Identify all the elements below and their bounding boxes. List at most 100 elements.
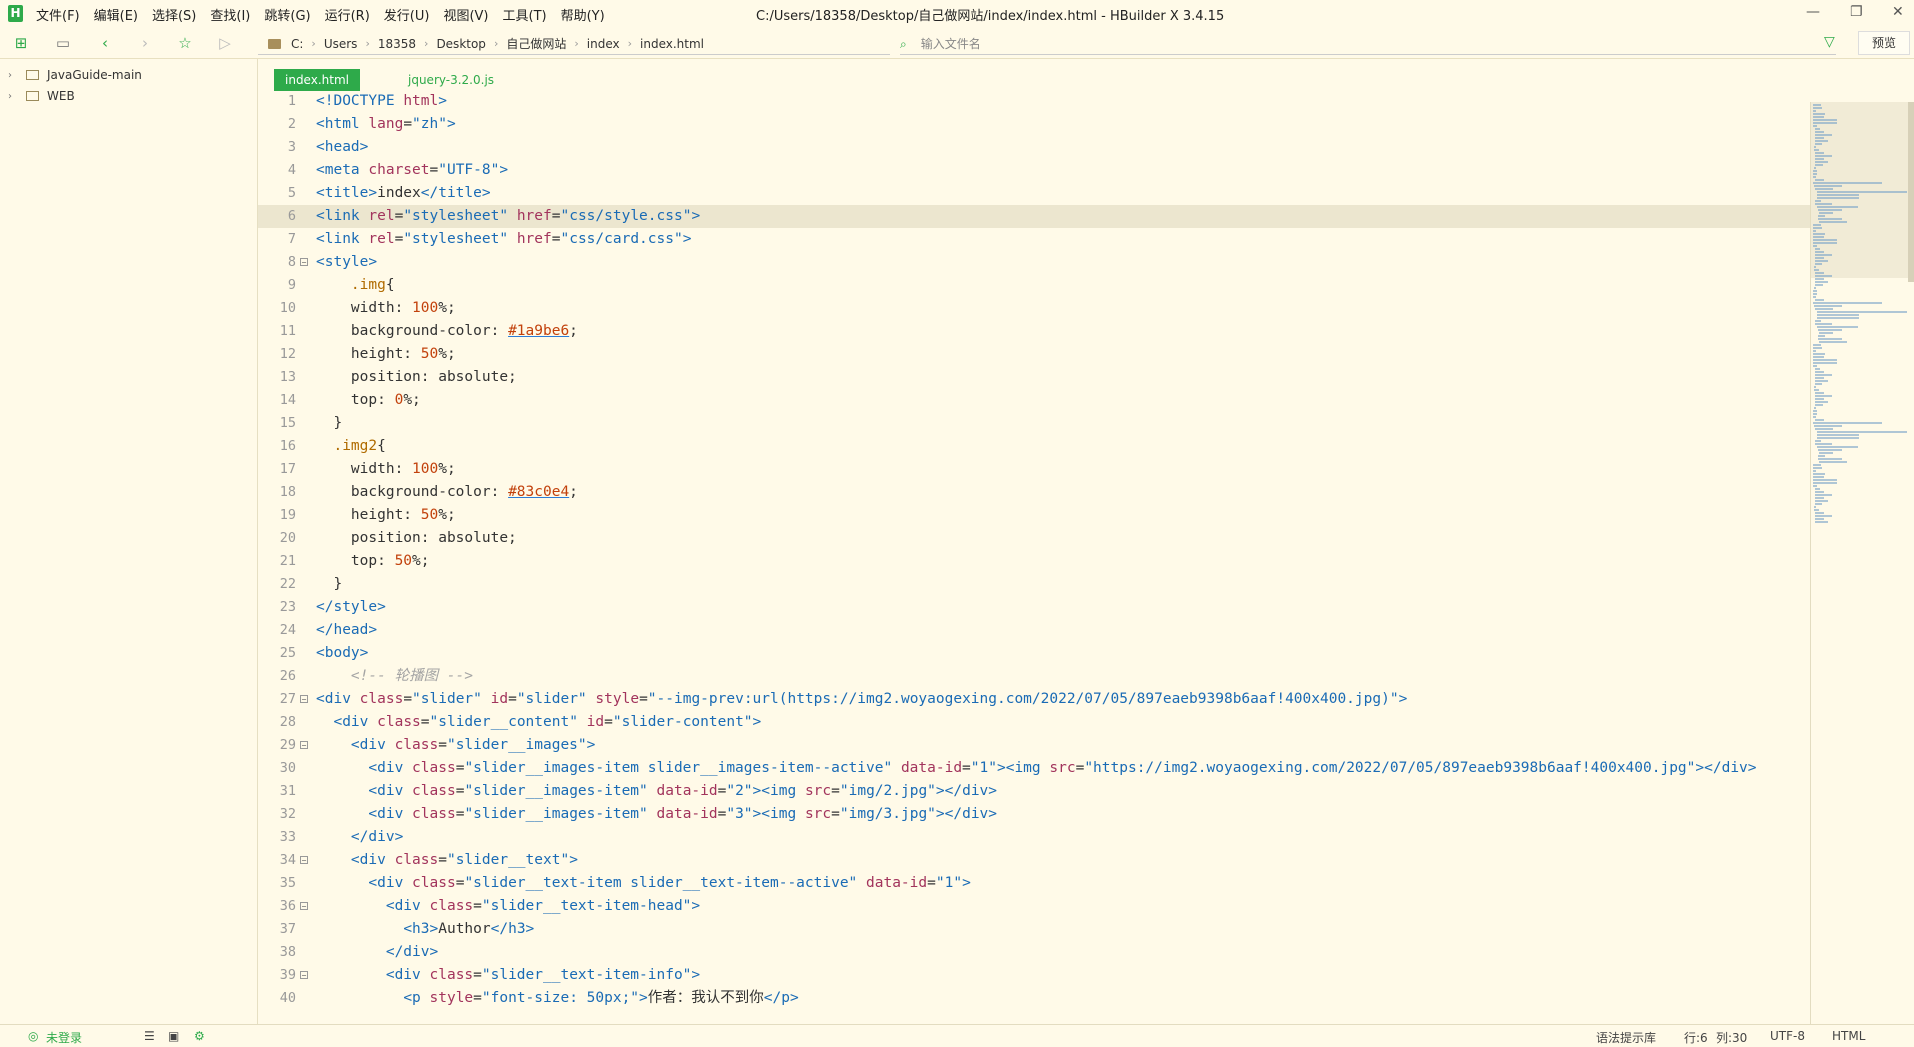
code-line[interactable]: 18 background-color: #83c0e4; [258,481,1810,504]
code-line[interactable]: 27− <div class="slider" id="slider" style… [258,688,1810,711]
code-line[interactable]: 7 <link rel="stylesheet" href="css/card.c… [258,228,1810,251]
vertical-scrollbar[interactable] [1908,102,1914,282]
breadcrumb-item[interactable]: 18358 [378,37,416,51]
breadcrumb-item[interactable]: C: [291,37,303,51]
tree-item-javaguide[interactable]: › JavaGuide-main [8,68,142,82]
forward-icon[interactable]: › [136,34,154,52]
code-line[interactable]: 36− <div class="slider__text-item-head"> [258,895,1810,918]
minimap-line [1816,191,1908,193]
code-line[interactable]: 34− <div class="slider__text"> [258,849,1810,872]
login-status[interactable]: 未登录 [46,1029,82,1046]
menu-run[interactable]: 运行(R) [325,5,370,24]
breadcrumb-item[interactable]: Users [324,37,358,51]
code-token: src [1049,760,1076,776]
tab-index-html[interactable]: index.html [274,69,360,91]
cursor-row[interactable]: 行:6 [1684,1029,1708,1046]
fold-toggle-icon[interactable]: − [300,902,308,911]
code-line[interactable]: 3 <head> [258,136,1810,159]
plugin-icon[interactable]: ⚙ [194,1029,205,1043]
close-icon[interactable]: ✕ [1892,4,1904,20]
filter-icon[interactable]: ▽ [1824,34,1835,50]
fold-toggle-icon[interactable]: − [300,741,308,750]
restore-icon[interactable]: ❐ [1850,4,1863,20]
fold-toggle-icon[interactable]: − [300,258,308,267]
code-line[interactable]: 12 height: 50%; [258,343,1810,366]
menu-file[interactable]: 文件(F) [36,5,80,24]
file-search-input[interactable]: ⌕ 输入文件名 [900,35,981,52]
code-line[interactable]: 8− <style> [258,251,1810,274]
chevron-right-icon[interactable]: › [8,91,22,102]
preview-button[interactable]: 预览 [1858,31,1910,55]
back-icon[interactable]: ‹ [96,34,114,52]
code-line[interactable]: 17 width: 100%; [258,458,1810,481]
menu-tools[interactable]: 工具(T) [503,5,547,24]
code-line[interactable]: 14 top: 0%; [258,389,1810,412]
code-editor[interactable]: 1 <!DOCTYPE html> 2 <html lang="zh"> 3 <head>… [258,93,1810,1024]
fold-toggle-icon[interactable]: − [300,695,308,704]
menu-select[interactable]: 选择(S) [152,5,196,24]
code-line[interactable]: 32 <div class = "slider__images-item" data… [258,803,1810,826]
code-line[interactable]: 16 .img2{ [258,435,1810,458]
chevron-right-icon[interactable]: › [8,70,22,81]
code-line[interactable]: 6 <link rel="stylesheet" href="css/style.… [258,205,1810,228]
tree-item-web[interactable]: › WEB [8,89,75,103]
new-file-icon[interactable]: ⊞ [12,34,30,52]
code-line[interactable]: 29− <div class="slider__images"> [258,734,1810,757]
breadcrumb-item[interactable]: index.html [640,37,704,51]
terminal-icon[interactable]: ▣ [168,1029,179,1043]
language-mode[interactable]: HTML [1832,1029,1865,1043]
code-line[interactable]: 4 <meta charset="UTF-8"> [258,159,1810,182]
code-token: = [508,691,517,707]
code-line[interactable]: 25 <body> [258,642,1810,665]
code-line[interactable]: 9 .img{ [258,274,1810,297]
minimap[interactable] [1810,102,1914,1024]
code-line[interactable]: 13 position: absolute; [258,366,1810,389]
breadcrumb-item[interactable]: 自己做网站 [506,35,566,52]
code-line[interactable]: 35 <div class = "slider__text-item slider_… [258,872,1810,895]
menu-help[interactable]: 帮助(Y) [561,5,605,24]
minimize-icon[interactable]: — [1806,4,1820,20]
code-token: data-id [656,806,718,822]
code-line[interactable]: 21 top: 50%; [258,550,1810,573]
code-line[interactable]: 5 <title>index</title> [258,182,1810,205]
code-line[interactable]: 22 } [258,573,1810,596]
code-line[interactable]: 2 <html lang="zh"> [258,113,1810,136]
code-line[interactable]: 37 <h3>Author</h3> [258,918,1810,941]
menu-find[interactable]: 查找(I) [210,5,250,24]
fold-toggle-icon[interactable]: − [300,971,308,980]
breadcrumb-item[interactable]: index [587,37,620,51]
tab-jquery-js[interactable]: jquery-3.2.0.js [408,69,494,91]
code-line[interactable]: 1 <!DOCTYPE html> [258,90,1810,113]
encoding[interactable]: UTF-8 [1770,1029,1805,1043]
menu-publish[interactable]: 发行(U) [384,5,430,24]
cursor-col[interactable]: 列:30 [1716,1029,1747,1046]
code-line[interactable]: 33 </div> [258,826,1810,849]
code-line[interactable]: 38 </div> [258,941,1810,964]
code-line[interactable]: 19 height: 50%; [258,504,1810,527]
star-icon[interactable]: ☆ [176,34,194,52]
code-line[interactable]: 39− <div class="slider__text-item-info"> [258,964,1810,987]
code-line[interactable]: 11 background-color: #1a9be6; [258,320,1810,343]
menu-goto[interactable]: 跳转(G) [264,5,310,24]
syntax-hint[interactable]: 语法提示库 [1596,1029,1656,1046]
code-line[interactable]: 23 </style> [258,596,1810,619]
minimap-viewport[interactable] [1811,102,1914,278]
code-line[interactable]: 30 <div class = "slider__images-item slide… [258,757,1810,780]
fold-toggle-icon[interactable]: − [300,856,308,865]
code-line[interactable]: 28 <div class="slider__content" id="slid… [258,711,1810,734]
minimap-line [1815,428,1833,430]
code-line[interactable]: 26 <!-- 轮播图 --> [258,665,1810,688]
code-line[interactable]: 20 position: absolute; [258,527,1810,550]
menu-view[interactable]: 视图(V) [443,5,488,24]
code-line[interactable]: 15 } [258,412,1810,435]
outline-icon[interactable]: ☰ [144,1029,155,1043]
code-line[interactable]: 31 <div class = "slider__images-item" data… [258,780,1810,803]
code-line[interactable]: 40 <p style="font-size: 50px;">作者：我认不到你<… [258,987,1810,1010]
breadcrumb-item[interactable]: Desktop [436,37,486,51]
save-icon[interactable]: ▭ [54,34,72,52]
code-line[interactable]: 10 width: 100%; [258,297,1810,320]
run-icon[interactable]: ▷ [216,34,234,52]
code-line[interactable]: 24 </head> [258,619,1810,642]
menu-edit[interactable]: 编辑(E) [94,5,138,24]
